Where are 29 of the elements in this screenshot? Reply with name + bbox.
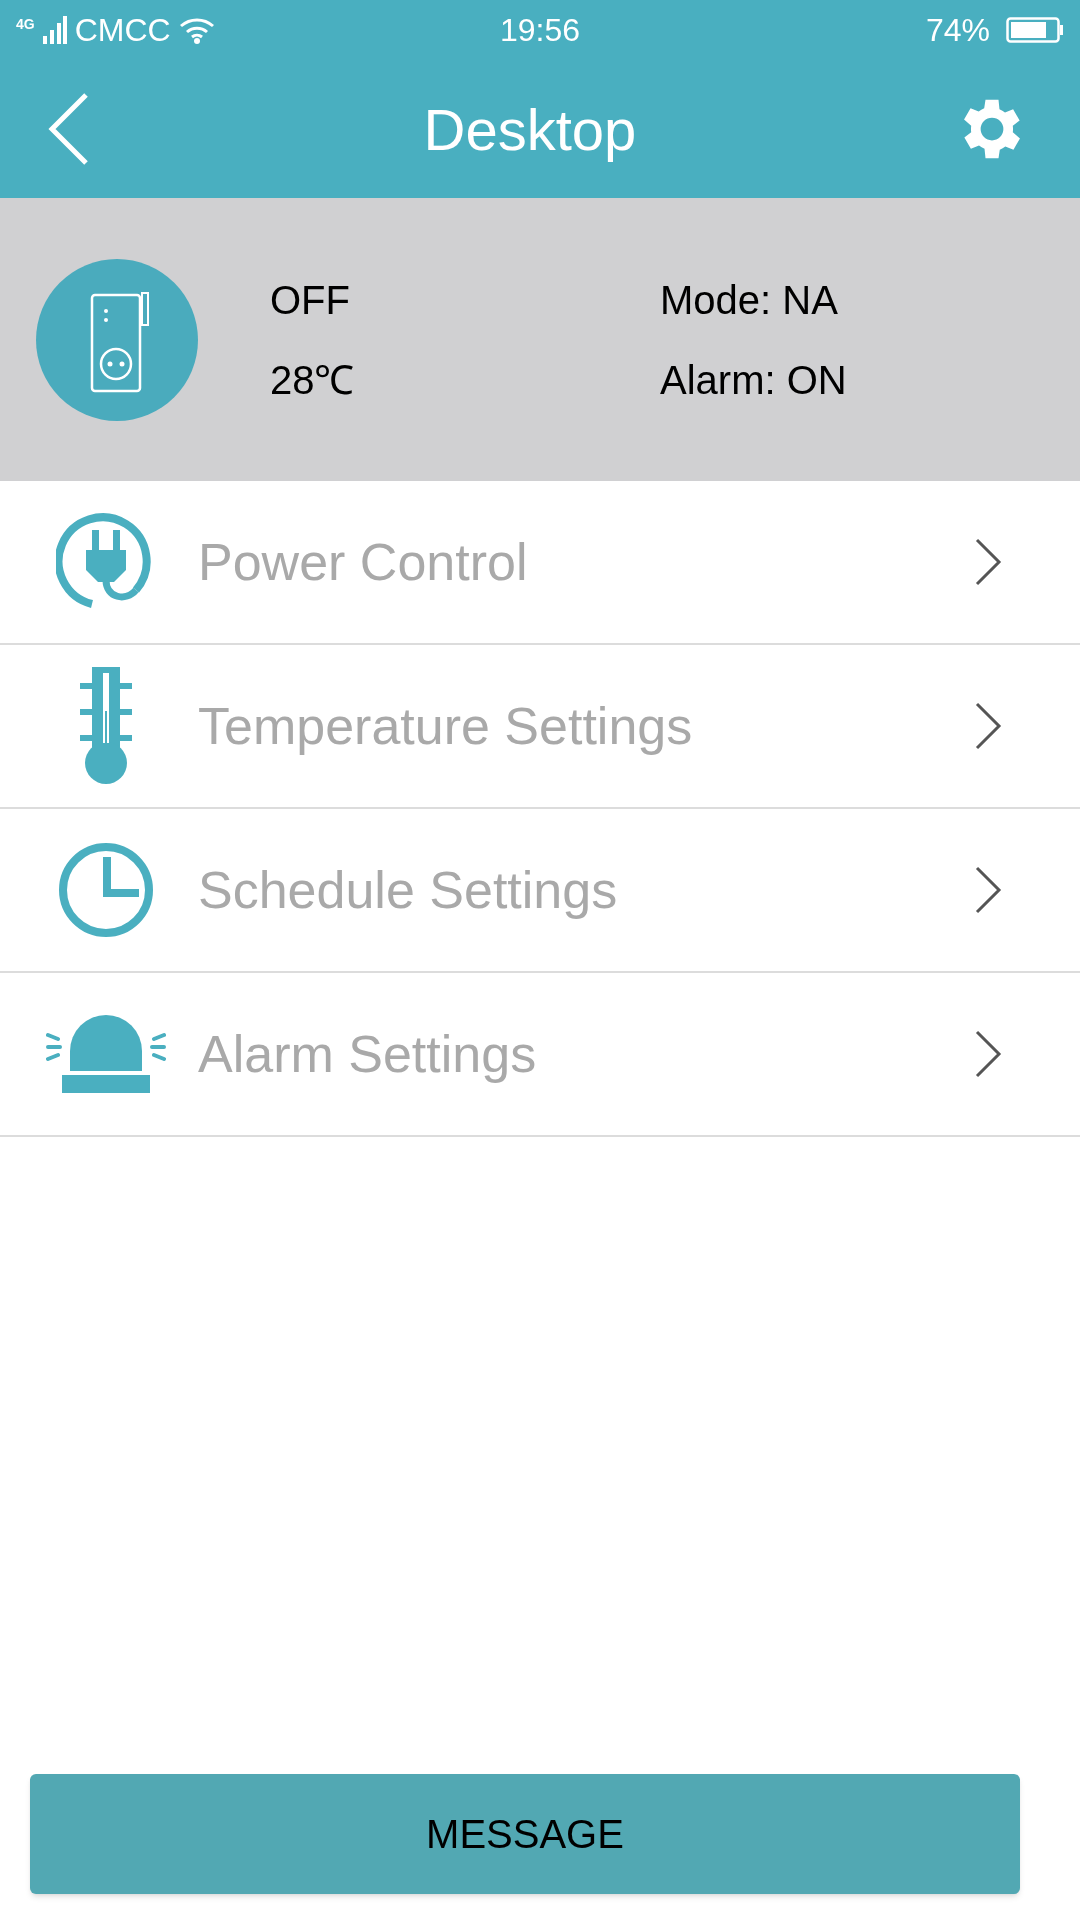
siren-icon	[46, 1015, 166, 1093]
menu-item[interactable]: Alarm Settings	[0, 973, 1080, 1137]
menu-item[interactable]: Power Control	[0, 481, 1080, 645]
clock-time: 19:56	[499, 11, 581, 50]
battery-percent: 74%	[925, 11, 990, 50]
signal-icon	[42, 16, 67, 44]
network-type: 4G	[16, 15, 35, 34]
wifi-icon	[178, 16, 215, 44]
chevron-icon	[974, 1030, 1002, 1078]
message-button[interactable]: MESSAGE	[30, 1774, 1020, 1894]
menu-label: Alarm Settings	[198, 1024, 538, 1085]
back-icon	[48, 93, 90, 165]
clock-icon	[57, 841, 155, 939]
menu-label: Schedule Settings	[198, 860, 619, 921]
mode-status: Mode: NA	[660, 276, 839, 324]
power-status: OFF	[270, 276, 351, 324]
menu-label: Temperature Settings	[198, 696, 694, 757]
chevron-icon	[974, 702, 1002, 750]
alarm-status: Alarm: ON	[660, 356, 847, 404]
chevron-icon	[974, 538, 1002, 586]
smart-plug-icon	[36, 258, 198, 421]
battery-icon	[1006, 17, 1064, 43]
chevron-icon	[974, 866, 1002, 914]
menu-item[interactable]: Schedule Settings	[0, 809, 1080, 973]
menu-item[interactable]: Temperature Settings	[0, 645, 1080, 809]
page-title: Desktop	[423, 95, 637, 164]
carrier-name: CMCC	[74, 11, 171, 50]
temperature-reading: 28℃	[270, 356, 356, 404]
menu-label: Power Control	[198, 532, 529, 593]
